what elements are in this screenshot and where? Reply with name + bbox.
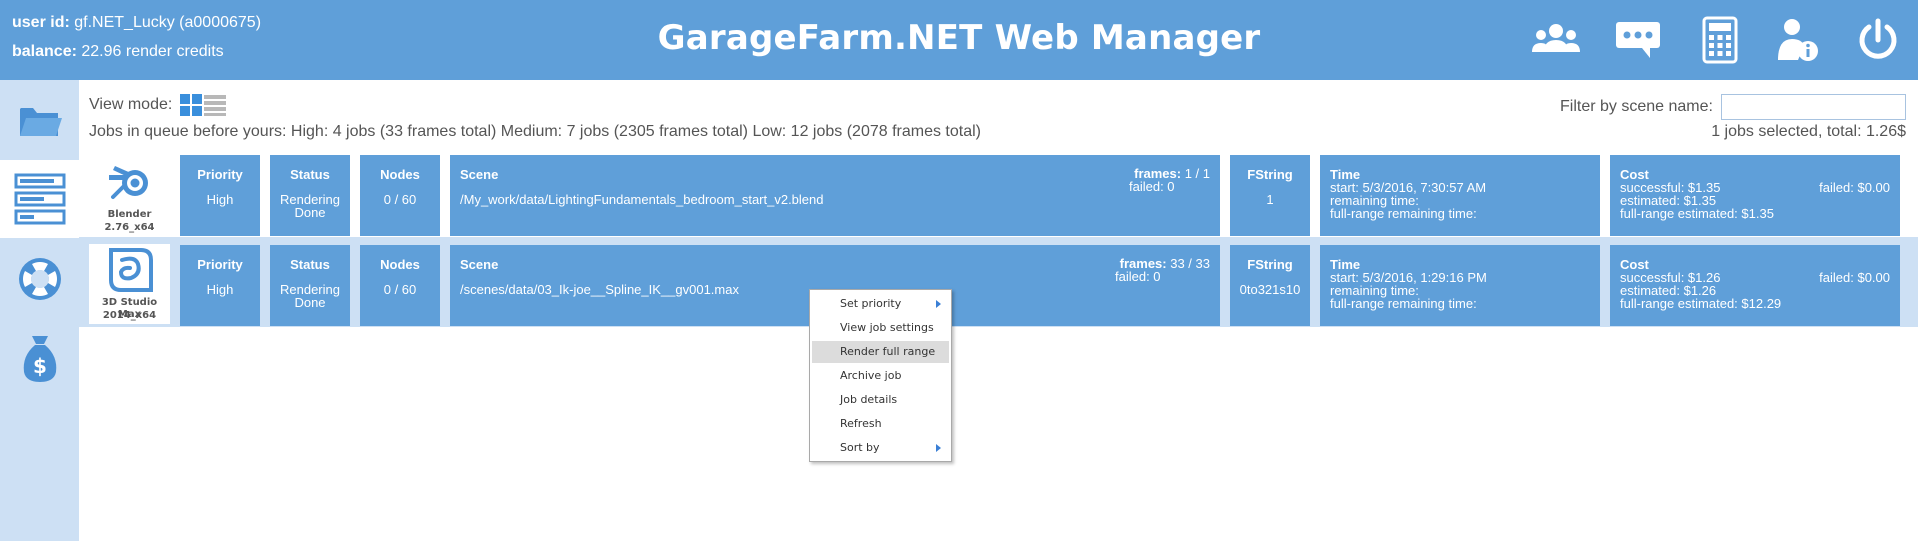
priority-value: High: [206, 282, 234, 297]
money-bag-icon: $: [23, 336, 56, 382]
failed-count: failed: 0: [1115, 269, 1161, 284]
scene-path: /scenes/data/03_Ik-joe__Spline_IK__gv001…: [460, 282, 739, 297]
sidebar-item-support[interactable]: [0, 240, 79, 318]
priority-header: Priority: [197, 257, 243, 272]
menu-item-set-priority[interactable]: Set priority: [812, 293, 949, 315]
time-full-remaining: full-range remaining time:: [1330, 206, 1477, 221]
fstring-cell: FString 0to321s10: [1230, 245, 1310, 326]
scene-filter: Filter by scene name:: [1560, 94, 1906, 120]
fstring-value: 0to321s10: [1239, 282, 1301, 297]
cost-failed: failed: $0.00: [1819, 270, 1890, 285]
submenu-arrow-icon: [936, 444, 941, 452]
view-mode-label: View mode:: [89, 96, 173, 113]
fstring-value: 1: [1266, 192, 1274, 207]
sidebar-item-files[interactable]: [0, 82, 79, 160]
menu-item-label: Refresh: [840, 417, 882, 430]
priority-cell[interactable]: Priority High: [180, 155, 260, 236]
sidebar: $: [0, 80, 79, 541]
app-badge: 3D Studio Max 2014_x64: [89, 244, 170, 324]
scene-path: /My_work/data/LightingFundamentals_bedro…: [460, 192, 824, 207]
header: user id: gf.NET_Lucky (a0000675) balance…: [0, 0, 1918, 80]
menu-item-archive-job[interactable]: Archive job: [812, 365, 949, 387]
priority-cell[interactable]: Priority High: [180, 245, 260, 326]
nodes-value: 0 / 60: [383, 282, 417, 297]
scene-header: Scene: [460, 167, 499, 182]
blender-logo-icon: [109, 166, 148, 199]
nodes-header: Nodes: [380, 167, 420, 182]
cost-full-estimated: full-range estimated: $12.29: [1620, 296, 1782, 311]
time-cell: Time start: 5/3/2016, 1:29:16 PM remaini…: [1320, 245, 1600, 326]
menu-item-label: Archive job: [840, 369, 902, 382]
context-menu: Set priority View job settings Render fu…: [809, 289, 952, 462]
time-full-remaining: full-range remaining time:: [1330, 296, 1477, 311]
status-line2: Done: [294, 295, 326, 310]
cost-failed: failed: $0.00: [1819, 180, 1890, 195]
status-header: Status: [290, 257, 330, 272]
time-cell: Time start: 5/3/2016, 7:30:57 AM remaini…: [1320, 155, 1600, 236]
nodes-cell: Nodes 0 / 60: [360, 155, 440, 236]
menu-item-refresh[interactable]: Refresh: [812, 413, 949, 435]
priority-header: Priority: [197, 167, 243, 182]
menu-item-label: Render full range: [840, 345, 936, 358]
status-header: Status: [290, 167, 330, 182]
cost-cell: Cost successful: $1.35 failed: $0.00 est…: [1610, 155, 1900, 236]
power-icon[interactable]: [1852, 14, 1904, 66]
status-cell: Status Rendering Done: [270, 155, 350, 236]
submenu-arrow-icon: [936, 300, 941, 308]
nodes-header: Nodes: [380, 257, 420, 272]
app-version: 2.76_x64: [104, 222, 155, 233]
view-mode: View mode:: [89, 94, 227, 116]
fstring-header: FString: [1247, 167, 1293, 182]
menu-item-render-full-range[interactable]: Render full range: [812, 341, 949, 363]
cost-cell: Cost successful: $1.26 failed: $0.00 est…: [1610, 245, 1900, 326]
filter-label: Filter by scene name:: [1560, 98, 1713, 115]
status-cell: Status Rendering Done: [270, 245, 350, 326]
3dsmax-logo-icon: [109, 248, 153, 292]
fstring-header: FString: [1247, 257, 1293, 272]
list-view-icon[interactable]: [204, 94, 227, 116]
priority-value: High: [206, 192, 234, 207]
selection-summary: 1 jobs selected, total: 1.26$: [1711, 123, 1906, 140]
calculator-icon[interactable]: [1694, 14, 1746, 66]
chat-icon[interactable]: [1612, 14, 1664, 66]
app-version: 2014_x64: [102, 310, 157, 321]
jobs-list-icon: [14, 173, 65, 225]
lifebuoy-icon: [18, 258, 61, 300]
svg-text:$: $: [33, 354, 47, 378]
menu-item-label: Job details: [840, 393, 898, 406]
job-row[interactable]: Blender 2.76_x64 Priority High Status Re…: [79, 147, 1918, 237]
job-row-selected[interactable]: 3D Studio Max 2014_x64 Priority High Sta…: [79, 237, 1918, 327]
menu-item-view-job-settings[interactable]: View job settings: [812, 317, 949, 339]
menu-item-job-details[interactable]: Job details: [812, 389, 949, 411]
grid-view-icon[interactable]: [180, 94, 203, 116]
frames-value: 33 / 33: [1170, 256, 1210, 271]
folder-icon: [19, 108, 62, 136]
scene-cell: Scene /My_work/data/LightingFundamentals…: [450, 155, 1220, 236]
sidebar-item-billing[interactable]: $: [0, 320, 79, 398]
menu-item-label: Set priority: [840, 297, 902, 310]
failed-count: failed: 0: [1129, 179, 1175, 194]
fstring-cell: FString 1: [1230, 155, 1310, 236]
app-name: Blender: [107, 209, 152, 220]
nodes-cell: Nodes 0 / 60: [360, 245, 440, 326]
scene-header: Scene: [460, 257, 499, 272]
frames-value: 1 / 1: [1184, 166, 1210, 181]
queue-info: Jobs in queue before yours: High: 4 jobs…: [89, 123, 981, 140]
nodes-value: 0 / 60: [383, 192, 417, 207]
filter-input[interactable]: [1720, 94, 1906, 120]
user-info-icon[interactable]: [1772, 14, 1824, 66]
status-line2: Done: [294, 205, 326, 220]
sidebar-item-jobs[interactable]: [0, 160, 79, 238]
menu-item-label: Sort by: [840, 441, 880, 454]
menu-item-sort-by[interactable]: Sort by: [812, 437, 949, 459]
users-icon[interactable]: [1530, 14, 1582, 66]
cost-full-estimated: full-range estimated: $1.35: [1620, 206, 1774, 221]
menu-item-label: View job settings: [840, 321, 934, 334]
app-badge: Blender 2.76_x64: [89, 156, 170, 236]
